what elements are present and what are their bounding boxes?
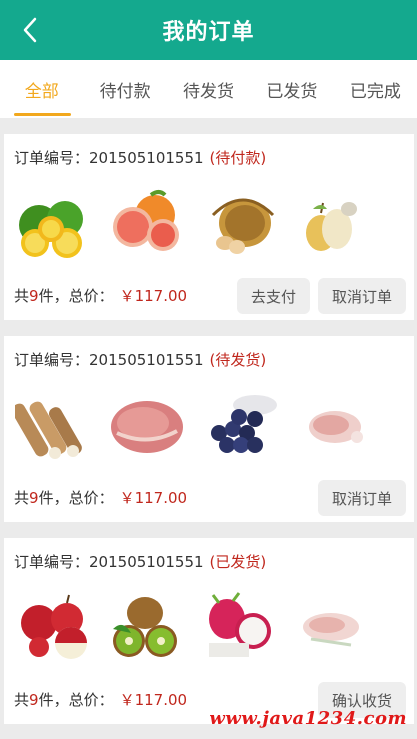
item-count: 9: [29, 489, 39, 507]
product-list: [14, 182, 414, 268]
order-number: 201505101551: [89, 149, 204, 167]
tab-shipped[interactable]: 已发货: [250, 60, 333, 118]
order-number-label: 订单编号：: [14, 553, 90, 571]
total-price: ￥117.00: [119, 691, 188, 709]
total-price: ￥117.00: [119, 489, 188, 507]
order-number: 201505101551: [89, 351, 204, 369]
order-card[interactable]: 订单编号：201505101551 (已发货) 共9件，总价： ￥117.00 …: [4, 538, 414, 724]
product-thumb-meat-slice[interactable]: [290, 586, 372, 668]
count-suffix: 件，总价：: [38, 489, 114, 507]
product-thumb-apples[interactable]: [14, 586, 96, 668]
page-title: 我的订单: [162, 20, 255, 45]
tab-pending-payment[interactable]: 待付款: [83, 60, 166, 118]
total-price: ￥117.00: [119, 287, 188, 305]
watermark: www.java1234.com: [209, 708, 407, 729]
order-summary: 共9件，总价： ￥117.00: [14, 285, 187, 306]
product-thumb-grapefruit[interactable]: [106, 182, 188, 264]
tab-completed[interactable]: 已完成: [334, 60, 417, 118]
tab-pending-shipment[interactable]: 待发货: [167, 60, 250, 118]
tab-all[interactable]: 全部: [0, 60, 83, 118]
order-header: 订单编号：201505101551 (待发货): [14, 349, 266, 370]
product-thumb-meat[interactable]: [290, 384, 372, 466]
order-number: 201505101551: [89, 553, 204, 571]
count-prefix: 共: [14, 287, 30, 305]
product-list: [14, 586, 414, 672]
order-card[interactable]: 订单编号：201505101551 (待发货) 共9件，总价： ￥117.00 …: [4, 336, 414, 522]
order-actions: 去支付 取消订单: [236, 278, 406, 314]
order-status: (待发货): [209, 351, 267, 369]
count-prefix: 共: [14, 691, 30, 709]
item-count: 9: [29, 691, 39, 709]
product-thumb-blueberries[interactable]: [198, 384, 280, 466]
pay-button[interactable]: 去支付: [236, 278, 310, 314]
order-card[interactable]: 订单编号：201505101551 (待付款) 共9件，总价： ￥117.00 …: [4, 134, 414, 320]
order-status: (待付款): [209, 149, 267, 167]
cancel-order-button[interactable]: 取消订单: [317, 480, 406, 516]
product-thumb-kiwi[interactable]: [106, 586, 188, 668]
product-thumb-pears[interactable]: [290, 182, 372, 264]
order-summary: 共9件，总价： ￥117.00: [14, 689, 187, 710]
product-thumb-pork[interactable]: [106, 384, 188, 466]
order-summary: 共9件，总价： ￥117.00: [14, 487, 187, 508]
count-suffix: 件，总价：: [38, 691, 114, 709]
count-prefix: 共: [14, 489, 30, 507]
product-thumb-yam[interactable]: [14, 384, 96, 466]
count-suffix: 件，总价：: [38, 287, 114, 305]
order-number-label: 订单编号：: [14, 149, 90, 167]
order-header: 订单编号：201505101551 (已发货): [14, 551, 266, 572]
order-number-label: 订单编号：: [14, 351, 90, 369]
order-status: (已发货): [209, 553, 267, 571]
item-count: 9: [29, 287, 39, 305]
back-button[interactable]: [12, 12, 48, 48]
product-thumb-dragonfruit[interactable]: [198, 586, 280, 668]
order-header: 订单编号：201505101551 (待付款): [14, 147, 266, 168]
order-actions: 取消订单: [317, 480, 406, 516]
cancel-order-button[interactable]: 取消订单: [317, 278, 406, 314]
product-list: [14, 384, 414, 470]
header-bar: 我的订单: [0, 0, 417, 60]
order-tabs: 全部 待付款 待发货 已发货 已完成: [0, 60, 417, 118]
chevron-left-icon: [23, 17, 37, 43]
product-thumb-egg-basket[interactable]: [198, 182, 280, 264]
product-thumb-oranges[interactable]: [14, 182, 96, 264]
